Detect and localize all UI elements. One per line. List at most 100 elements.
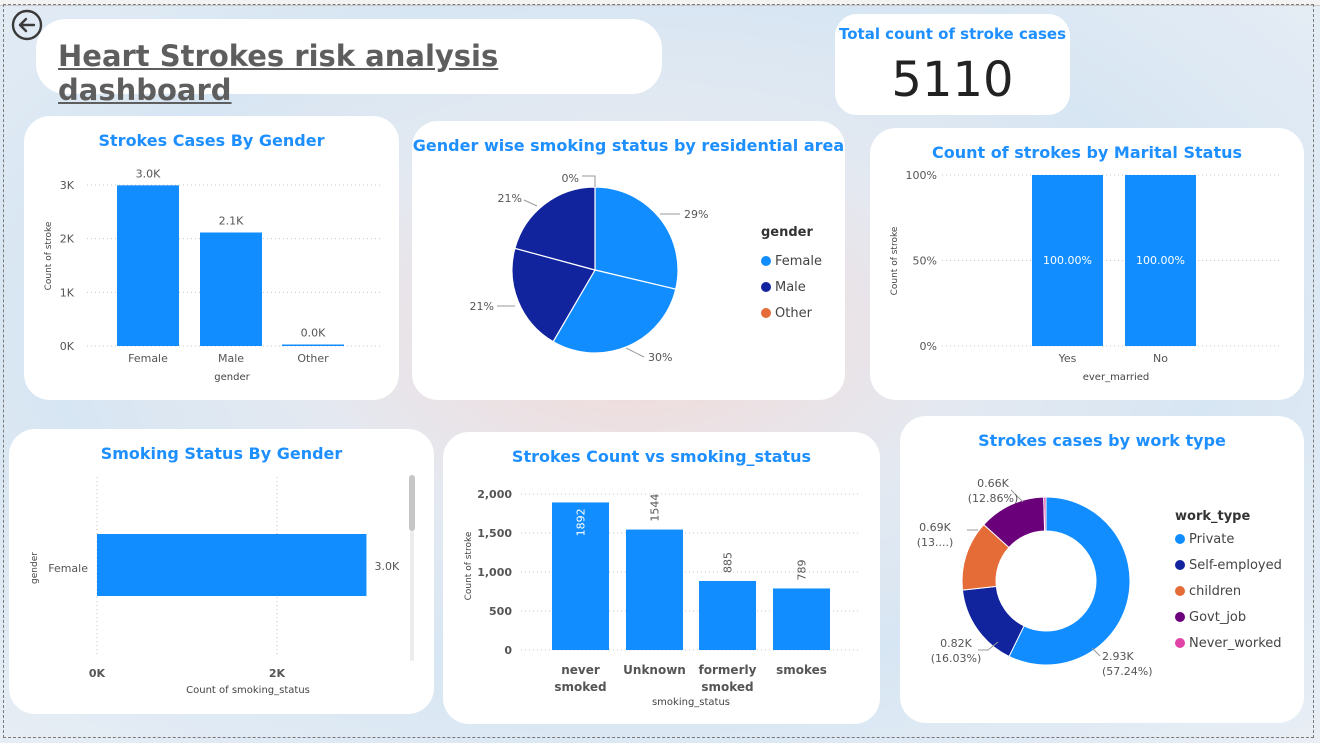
smoking-gender-card[interactable]: Smoking Status By Gender 0K 2K 3.0K Female C…: [9, 429, 434, 714]
legend-item-never-worked[interactable]: Never_worked: [1175, 630, 1282, 656]
y-tick-label: 1K: [60, 286, 75, 299]
legend-dot-icon: [1175, 638, 1185, 648]
x-tick-label: 0K: [89, 667, 106, 680]
x-tick-label: smoked: [701, 680, 753, 694]
slice-percent-label: (57.24%): [1102, 665, 1153, 678]
legend-item-govt-job[interactable]: Govt_job: [1175, 604, 1282, 630]
work-type-card[interactable]: Strokes cases by work type 2.93K (57.24%)…: [900, 416, 1304, 723]
slice-label: 2.93K: [1102, 650, 1134, 663]
kpi-value: 5110: [891, 52, 1014, 108]
legend-title: work_type: [1175, 509, 1251, 524]
gender-legend: gender Female Male Other: [761, 225, 822, 326]
page-title: Heart Strokes risk analysis dashboard: [58, 39, 499, 107]
y-tick-label: 500: [489, 605, 512, 618]
smoking-status-bar-chart: 0 500 1,000 1,500 2,000 1892 never smoked 1544 Un…: [464, 488, 859, 708]
smoking-gender-bar-chart: 0K 2K 3.0K Female Count of smoking_status gen…: [30, 477, 400, 696]
data-label: 100.00%: [1136, 254, 1185, 267]
gender-bar-chart: 0K 1K 2K 3K 3.0K Female 2.1K Male 0.0K Other gende…: [44, 167, 381, 383]
y-tick-label: 3K: [60, 179, 75, 192]
legend-dot-icon: [1175, 560, 1185, 570]
leader-line: [625, 347, 645, 358]
y-tick-label: 50%: [913, 255, 937, 268]
bar: [117, 185, 179, 346]
bar: [200, 232, 262, 346]
legend-dot-icon: [761, 282, 771, 292]
title-card: Heart Strokes risk analysis dashboard: [36, 19, 662, 107]
x-axis-label: ever_married: [1083, 372, 1150, 383]
legend-item-children[interactable]: children: [1175, 578, 1282, 604]
y-tick-label: 100%: [906, 169, 937, 182]
gender-chart-card[interactable]: Strokes Cases By Gender 0K 1K 2K 3K 3.0K Fema…: [24, 116, 399, 400]
bar: [626, 529, 683, 650]
y-tick-label: 2,000: [477, 488, 512, 501]
x-tick-label: smoked: [554, 680, 606, 694]
data-label: 789: [796, 559, 809, 580]
x-tick-label: smokes: [776, 663, 827, 677]
legend-item-self-employed[interactable]: Self-employed: [1175, 552, 1282, 578]
slice-label: 0.66K: [977, 477, 1009, 490]
work-type-legend: work_type Private Self-employed children…: [1175, 509, 1282, 656]
x-tick-label: never: [561, 663, 600, 677]
data-label: 3.0K: [374, 560, 399, 573]
x-tick-label: Female: [128, 352, 168, 365]
legend-dot-icon: [1175, 612, 1185, 622]
x-tick-label: Male: [218, 352, 244, 365]
data-label: 1892: [575, 508, 588, 536]
scrollbar-track[interactable]: [410, 531, 414, 661]
kpi-card[interactable]: Total count of stroke cases 5110: [835, 14, 1070, 115]
kpi-label: Total count of stroke cases: [838, 25, 1066, 43]
x-axis-label: gender: [214, 372, 250, 383]
marital-bar-chart: 0% 50% 100% 100.00% Yes 100.00% Noever_married…: [890, 169, 1282, 383]
leader-line: [582, 175, 596, 187]
donut-slice: [1043, 496, 1047, 532]
smoking-status-card[interactable]: Strokes Count vs smoking_status 0 500 1,00…: [443, 432, 880, 724]
y-tick-label: 0: [504, 644, 512, 657]
slice-label: 29%: [684, 208, 708, 221]
x-tick-label: formerly: [699, 663, 757, 677]
data-label: 3.0K: [136, 167, 161, 180]
legend-dot-icon: [761, 256, 771, 266]
data-label: 0.0K: [301, 327, 326, 340]
leader-line: [523, 199, 538, 207]
legend-item-female[interactable]: Female: [761, 248, 822, 274]
slice-percent-label: (13....): [917, 536, 954, 549]
legend-dot-icon: [1175, 586, 1185, 596]
data-label: 1544: [649, 494, 662, 522]
y-axis-label: gender: [30, 552, 40, 584]
data-label: 100.00%: [1043, 254, 1092, 267]
bar: [97, 534, 367, 596]
leader-line: [1091, 647, 1101, 657]
slice-percent-label: (12.86%): [968, 492, 1019, 505]
x-tick-label: Unknown: [623, 663, 686, 677]
x-axis-label: Count of smoking_status: [186, 685, 310, 696]
x-tick-label: Yes: [1058, 352, 1077, 365]
y-tick-label: 1,000: [477, 566, 512, 579]
y-tick-label: 0%: [920, 340, 937, 353]
slice-label: 0.69K: [919, 521, 951, 534]
slice-label: 0%: [562, 172, 579, 185]
slice-label: 21%: [470, 300, 494, 313]
legend-dot-icon: [1175, 534, 1185, 544]
legend-title: gender: [761, 225, 813, 240]
scrollbar-thumb[interactable]: [409, 475, 415, 531]
y-axis-label: Count of stroke: [890, 226, 900, 295]
bar: [282, 344, 344, 346]
y-tick-label: Female: [48, 562, 88, 575]
marital-chart-card[interactable]: Count of strokes by Marital Status 0% 50%…: [870, 128, 1304, 400]
slice-label: 21%: [498, 192, 522, 205]
legend-item-other[interactable]: Other: [761, 300, 822, 326]
x-tick-label: Other: [297, 352, 329, 365]
bar: [699, 580, 756, 650]
legend-item-private[interactable]: Private: [1175, 526, 1282, 552]
y-axis-label: Count of stroke: [464, 531, 474, 600]
y-axis-label: Count of stroke: [44, 221, 54, 290]
x-tick-label: No: [1153, 352, 1168, 365]
x-tick-label: 2K: [269, 667, 286, 680]
slice-percent-label: (16.03%): [931, 652, 982, 665]
legend-item-male[interactable]: Male: [761, 274, 822, 300]
data-label: 2.1K: [219, 214, 244, 227]
legend-dot-icon: [761, 308, 771, 318]
slice-label: 30%: [648, 351, 672, 364]
smoking-pie-card[interactable]: Gender wise smoking status by residentia…: [412, 121, 845, 400]
y-tick-label: 2K: [60, 233, 75, 246]
